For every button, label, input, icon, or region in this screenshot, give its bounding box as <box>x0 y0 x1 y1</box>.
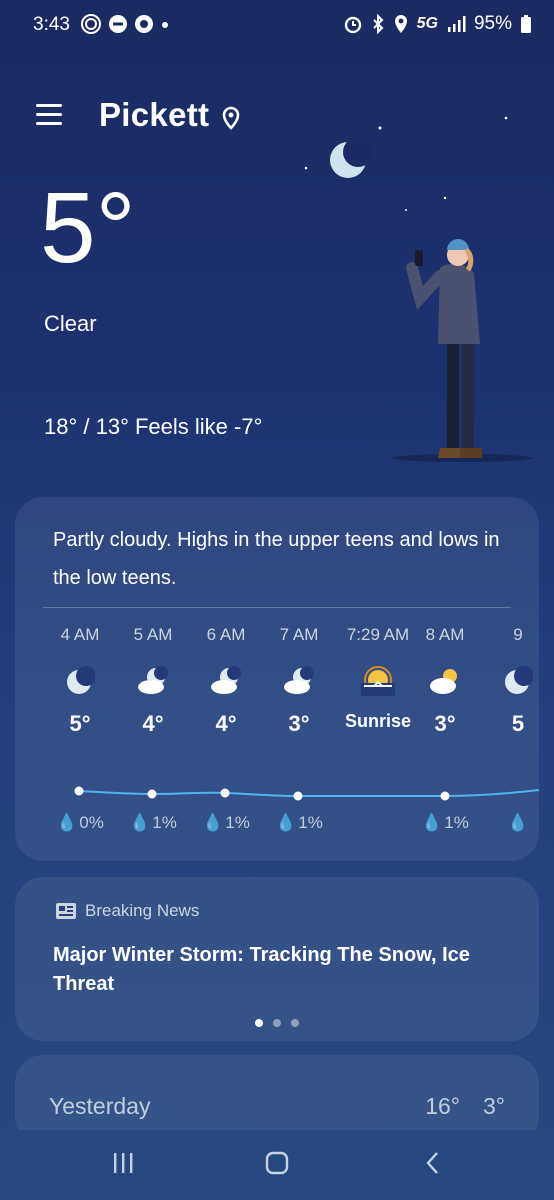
yesterday-high: 16° <box>425 1093 460 1119</box>
menu-icon[interactable] <box>36 104 62 126</box>
raindrop-icon: 💧 <box>421 813 443 832</box>
raindrop-icon: 💧 <box>56 813 78 832</box>
bluetooth-icon <box>372 14 384 34</box>
person-figure <box>392 239 532 462</box>
status-bar: 3:43 5G 95% <box>0 0 554 54</box>
yesterday-low: 3° <box>483 1093 505 1119</box>
hour-item: 4 AM 5° 💧 0% <box>56 625 104 832</box>
hour-item: 5 AM 4° 💧 1% <box>129 625 177 832</box>
do-not-disturb-icon <box>109 15 127 33</box>
notification-dot-icon <box>162 22 168 28</box>
alarm-icon <box>344 16 361 34</box>
network-type: 5G <box>416 15 438 32</box>
night-scene-illustration <box>304 116 532 462</box>
hourly-forecast-list[interactable]: 4 AM 5° 💧 0% 5 AM 4° 💧 1% 6 AM 4° 💧 1% 7 AM… <box>43 625 539 845</box>
moon-cloud-icon <box>211 666 241 694</box>
current-temperature: 5° <box>40 172 136 284</box>
current-condition: Clear <box>44 311 97 336</box>
carousel-indicator <box>255 1019 299 1027</box>
moon-icon <box>330 137 373 178</box>
hour-item: 9 5 💧 <box>481 625 539 832</box>
battery-icon <box>521 15 531 33</box>
signal-icon <box>447 16 466 32</box>
newspaper-icon <box>56 903 76 919</box>
hour-item: 6 AM 4° 💧 1% <box>202 625 250 832</box>
system-navigation-bar <box>0 1130 554 1200</box>
temperature-curve <box>74 786 539 801</box>
news-label: Breaking News <box>85 901 200 920</box>
carousel-dot <box>255 1019 263 1027</box>
yesterday-label: Yesterday <box>49 1093 151 1119</box>
moon-cloud-icon <box>138 666 168 694</box>
location-icon <box>394 15 407 33</box>
recent-apps-icon[interactable] <box>110 1150 136 1176</box>
moon-icon <box>67 666 95 694</box>
raindrop-icon: 💧 <box>275 813 297 832</box>
back-icon[interactable] <box>420 1150 446 1176</box>
location-pin-icon[interactable] <box>222 106 240 130</box>
high-low-feels-like: 18° / 13° Feels like -7° <box>44 414 263 439</box>
moon-icon <box>505 666 533 694</box>
fingerprint-icon <box>81 14 101 34</box>
hour-item: 7 AM 3° 💧 1% <box>275 625 323 832</box>
city-name[interactable]: Pickett <box>99 96 209 134</box>
forecast-summary: Partly cloudy. Highs in the upper teens … <box>53 529 500 589</box>
carousel-dot <box>291 1019 299 1027</box>
sunrise-icon <box>361 666 395 696</box>
raindrop-icon: 💧 <box>507 813 529 832</box>
sync-icon <box>135 15 153 33</box>
hour-item: 8 AM 3° 💧 1% <box>421 625 469 832</box>
news-headline[interactable]: Major Winter Storm: Tracking The Snow, I… <box>53 941 503 999</box>
raindrop-icon: 💧 <box>129 813 151 832</box>
news-card[interactable]: Breaking News Major Winter Storm: Tracki… <box>15 877 539 1041</box>
battery-percent: 95% <box>473 13 512 34</box>
divider <box>43 607 511 608</box>
carousel-dot <box>273 1019 281 1027</box>
moon-cloud-icon <box>284 666 314 694</box>
status-time: 3:43 <box>33 14 70 35</box>
raindrop-icon: 💧 <box>202 813 224 832</box>
hourly-forecast-card[interactable]: Partly cloudy. Highs in the upper teens … <box>15 497 539 861</box>
sun-cloud-icon <box>430 669 457 694</box>
home-icon[interactable] <box>264 1150 290 1176</box>
